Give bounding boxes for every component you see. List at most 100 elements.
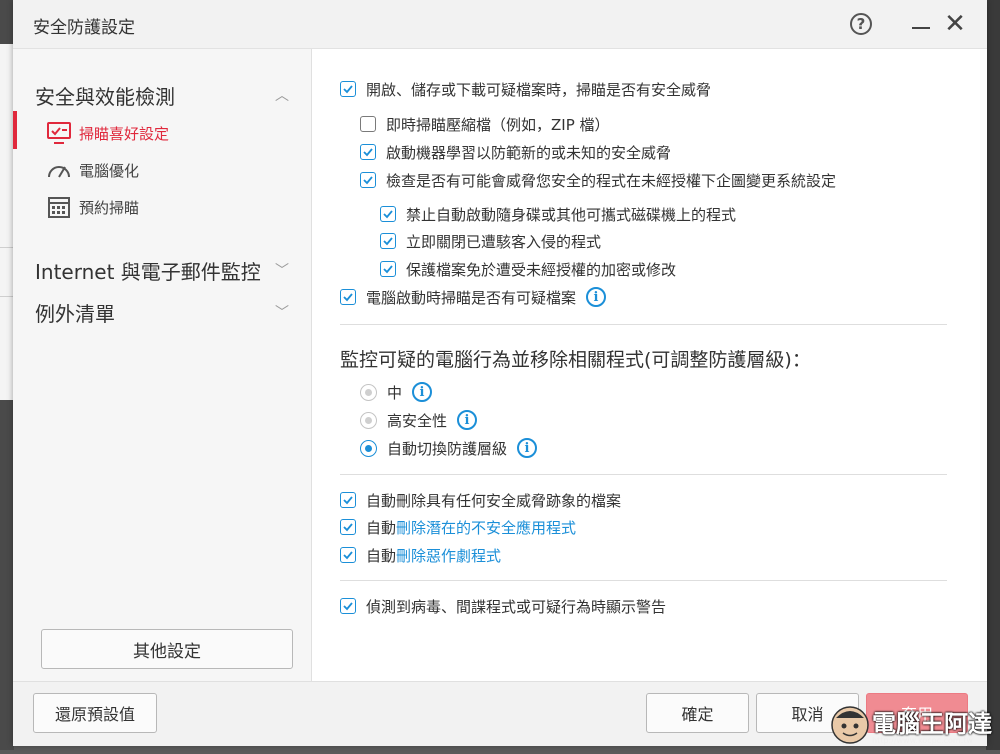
radio-button[interactable] [360, 383, 377, 401]
option-block-autorun: 禁止自動啟動隨身碟或其他可攜式磁碟機上的程式 [380, 202, 736, 226]
radio-button[interactable] [360, 411, 377, 429]
option-startup-scan: 電腦啟動時掃瞄是否有可疑檔案 i [340, 285, 607, 309]
divider [340, 580, 947, 581]
checkbox[interactable] [380, 233, 396, 249]
sidebar-item-label: 電腦優化 [79, 161, 140, 180]
check-icon [363, 148, 373, 157]
sidebar-group-label: 安全與效能檢測 [35, 85, 175, 109]
option-label: 開啟、儲存或下載可疑檔案時，掃瞄是否有安全威脅 [366, 80, 712, 99]
help-button[interactable]: ? [847, 10, 875, 38]
sidebar-group-internet-email[interactable]: Internet 與電子郵件監控 [35, 256, 261, 285]
level-medium: 中 i [360, 380, 433, 404]
watermark-text: 電腦王阿達 [872, 710, 992, 738]
option-close-hijacked: 立即關閉已遭駭客入侵的程式 [380, 229, 601, 253]
minimize-icon [912, 27, 930, 29]
check-icon [343, 496, 353, 505]
ok-button[interactable]: 確定 [646, 693, 749, 733]
settings-content: 開啟、儲存或下載可疑檔案時，掃瞄是否有安全威脅 即時掃瞄壓縮檔（例如，ZIP 檔… [312, 49, 987, 681]
sidebar-group-label: 例外清單 [35, 302, 115, 326]
radio-button[interactable] [360, 439, 377, 457]
option-label: 電腦啟動時掃瞄是否有可疑檔案 [366, 288, 577, 307]
check-icon [343, 293, 353, 302]
sidebar-item-scheduled-scan[interactable]: 預約掃瞄 [45, 193, 139, 221]
checkbox[interactable] [360, 144, 376, 160]
option-check-unauthorized: 檢查是否有可能會威脅您安全的程式在未經授權下企圖變更系統設定 [360, 168, 836, 192]
watermark-url: http://www.kocpc.com.tw [872, 736, 973, 745]
minimize-button[interactable] [907, 10, 935, 38]
checkbox[interactable] [340, 289, 356, 305]
sidebar-group-label: Internet 與電子郵件監控 [35, 260, 261, 284]
option-show-warning: 偵測到病毒、間諜程式或可疑行為時顯示警告 [340, 594, 666, 618]
sidebar: 安全與效能檢測 ︿ 掃瞄喜好設定 電腦優化 預約掃瞄 Internet 與電子郵… [13, 49, 312, 681]
restore-defaults-button[interactable]: 還原預設值 [33, 693, 157, 733]
chevron-down-icon[interactable]: ﹀ [275, 302, 289, 322]
info-icon[interactable]: i [586, 287, 607, 307]
info-icon[interactable]: i [517, 438, 538, 458]
checkbox[interactable] [380, 261, 396, 277]
level-label: 高安全性 [387, 411, 448, 430]
monitor-scan-icon [45, 119, 73, 147]
level-label: 自動切換防護層級 [387, 439, 508, 458]
option-label: 檢查是否有可能會威脅您安全的程式在未經授權下企圖變更系統設定 [386, 171, 837, 190]
chevron-up-icon[interactable]: ︿ [275, 85, 289, 105]
background-divider [0, 247, 14, 248]
checkbox[interactable] [360, 172, 376, 188]
level-auto-switch: 自動切換防護層級 i [360, 436, 538, 460]
checkbox[interactable] [380, 206, 396, 222]
check-icon [383, 210, 393, 219]
option-delete-unsafe-apps: 自動 刪除潛在的不安全應用程式 [340, 515, 576, 539]
background-app-panel [0, 44, 14, 400]
unsafe-apps-link[interactable]: 刪除潛在的不安全應用程式 [396, 517, 576, 538]
info-icon[interactable]: i [412, 382, 433, 402]
check-icon [363, 176, 373, 185]
calendar-icon [45, 193, 73, 221]
checkbox[interactable] [340, 598, 356, 614]
other-settings-button[interactable]: 其他設定 [41, 629, 293, 669]
option-label: 禁止自動啟動隨身碟或其他可攜式磁碟機上的程式 [406, 205, 737, 224]
option-machine-learning: 啟動機器學習以防範新的或未知的安全威脅 [360, 140, 671, 164]
checkbox[interactable] [340, 519, 356, 535]
check-icon [383, 265, 393, 274]
sidebar-item-label: 預約掃瞄 [79, 198, 140, 217]
active-indicator [13, 111, 17, 149]
divider [340, 324, 947, 325]
option-delete-pranks: 自動 刪除惡作劇程式 [340, 543, 501, 567]
close-button[interactable]: ✕ [941, 10, 969, 38]
sidebar-item-label: 掃瞄喜好設定 [79, 124, 170, 143]
divider [340, 474, 947, 475]
settings-dialog: 安全防護設定 ? ✕ 安全與效能檢測 ︿ 掃瞄喜好設定 電腦優化 預約掃瞄 In… [13, 0, 987, 746]
option-label: 自動 [366, 518, 397, 537]
check-icon [343, 85, 353, 94]
option-protect-files: 保護檔案免於遭受未經授權的加密或修改 [380, 257, 676, 281]
background-divider [0, 296, 14, 297]
option-label: 即時掃瞄壓縮檔（例如，ZIP 檔） [386, 115, 610, 134]
sidebar-item-scan-preferences[interactable]: 掃瞄喜好設定 [45, 119, 169, 147]
option-label: 偵測到病毒、間諜程式或可疑行為時顯示警告 [366, 597, 667, 616]
option-label: 立即關閉已遭駭客入侵的程式 [406, 232, 602, 251]
watermark: 電腦王阿達 http://www.kocpc.com.tw [828, 700, 998, 750]
check-icon [343, 551, 353, 560]
checkbox[interactable] [340, 492, 356, 508]
check-icon [343, 523, 353, 532]
sidebar-group-security-performance[interactable]: 安全與效能檢測 [35, 81, 175, 110]
check-icon [343, 602, 353, 611]
background-app [0, 0, 14, 750]
gauge-icon [45, 156, 73, 184]
option-label: 自動刪除具有任何安全威脅跡象的檔案 [366, 491, 622, 510]
sidebar-item-pc-optimization[interactable]: 電腦優化 [45, 156, 139, 184]
prank-programs-link[interactable]: 刪除惡作劇程式 [396, 545, 501, 566]
background-edge [986, 0, 1000, 750]
option-label: 保護檔案免於遭受未經授權的加密或修改 [406, 260, 677, 279]
sidebar-group-exceptions[interactable]: 例外清單 [35, 298, 115, 327]
option-label: 啟動機器學習以防範新的或未知的安全威脅 [386, 143, 672, 162]
chevron-down-icon[interactable]: ﹀ [275, 260, 289, 280]
checkbox[interactable] [340, 547, 356, 563]
info-icon[interactable]: i [457, 410, 478, 430]
option-scan-suspicious: 開啟、儲存或下載可疑檔案時，掃瞄是否有安全威脅 [340, 77, 711, 101]
level-label: 中 [387, 383, 403, 402]
option-label: 自動 [366, 546, 397, 565]
check-icon [383, 237, 393, 246]
checkbox[interactable] [340, 81, 356, 97]
behavior-heading: 監控可疑的電腦行為並移除相關程式(可調整防護層級)： [340, 349, 811, 371]
checkbox[interactable] [360, 116, 376, 132]
